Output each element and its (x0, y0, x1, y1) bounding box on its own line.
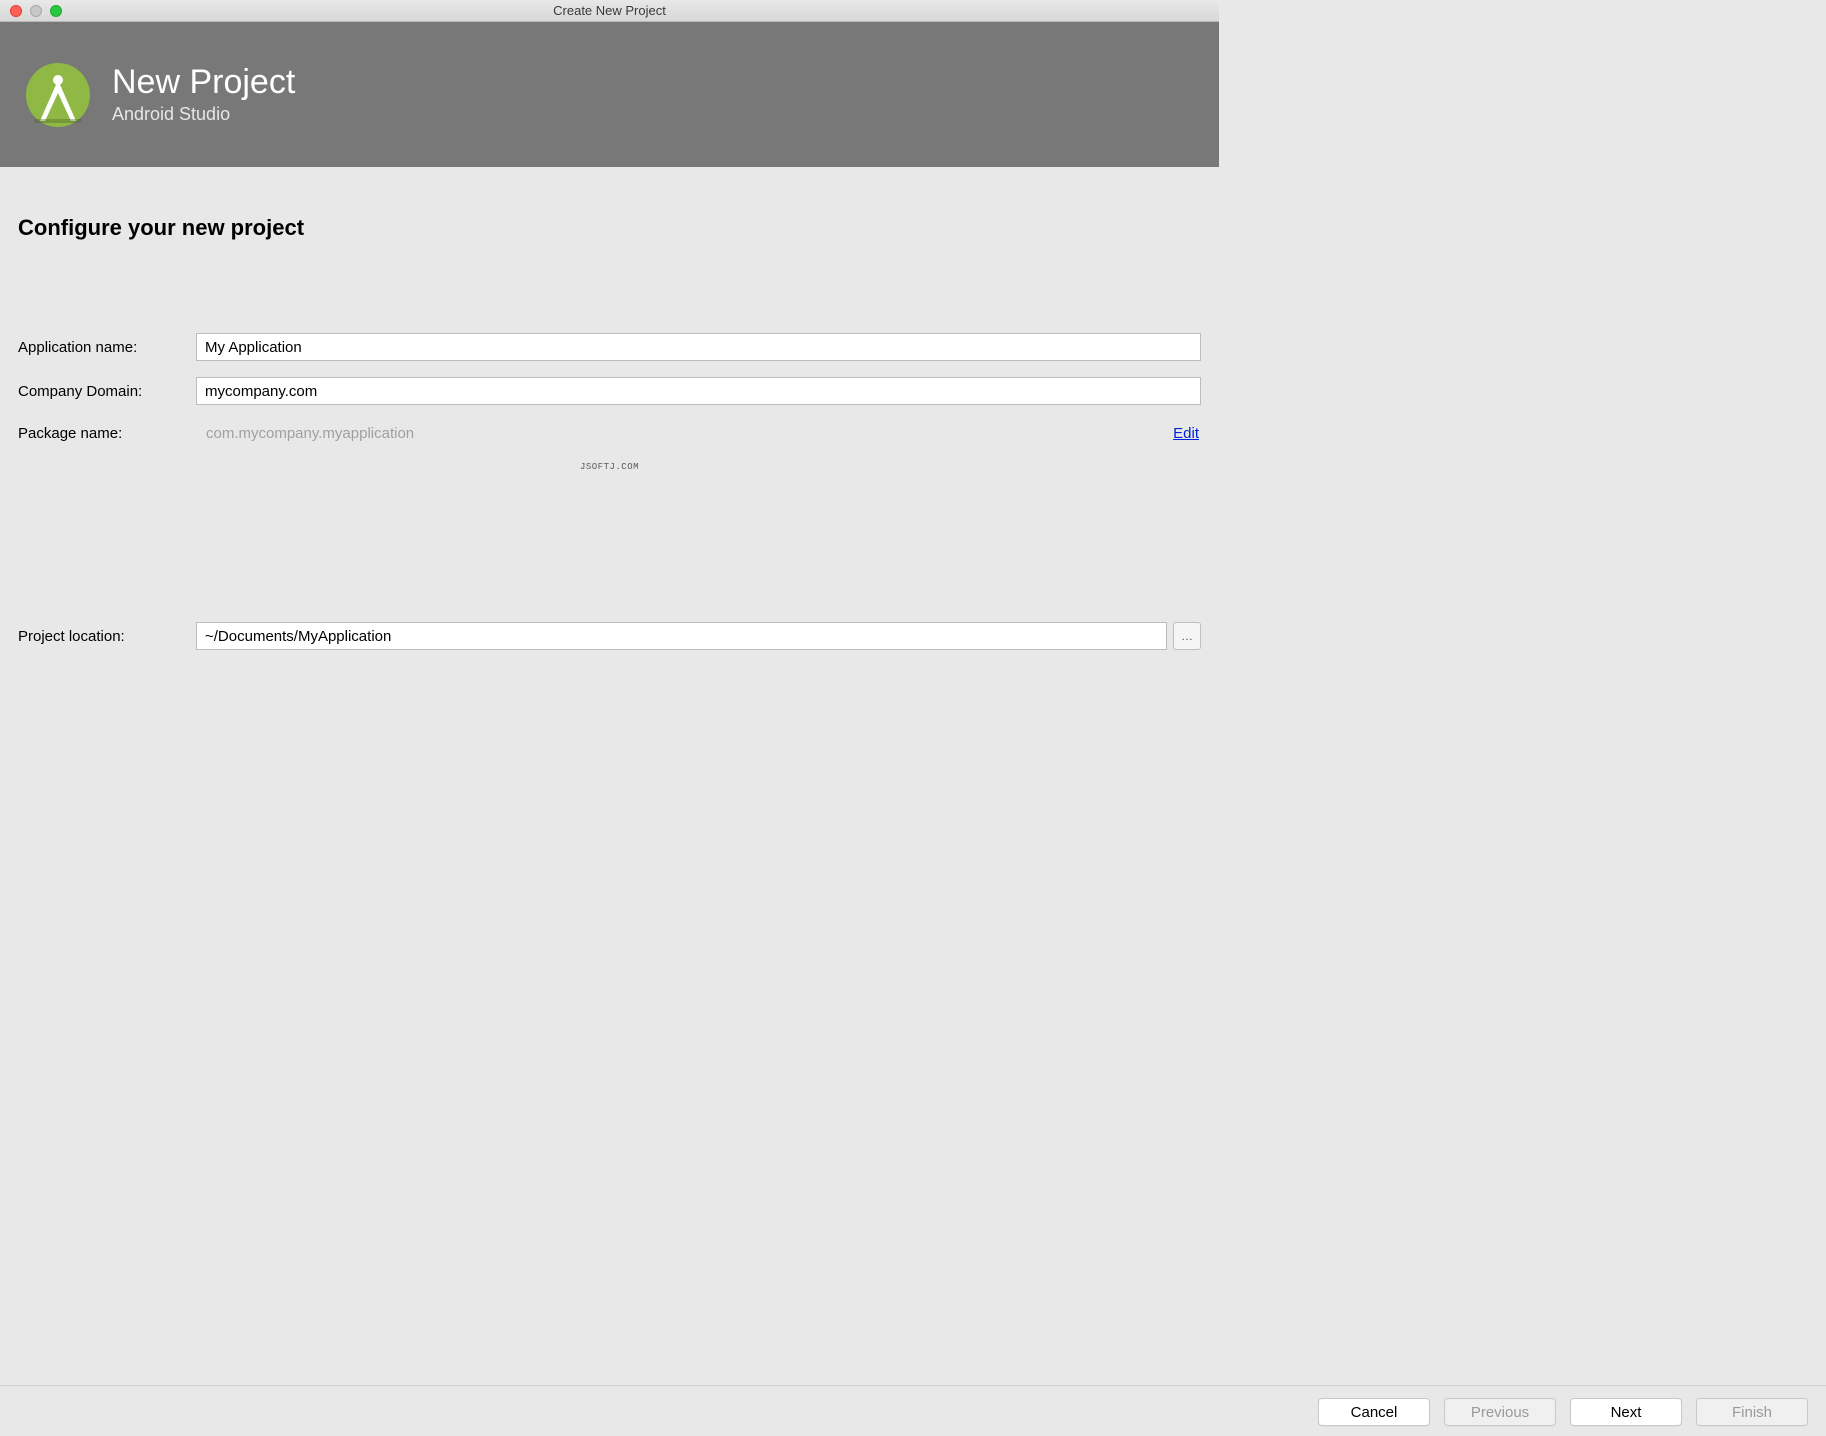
banner-title: New Project (112, 64, 295, 101)
input-application-name[interactable] (196, 333, 1201, 361)
label-package-name: Package name: (18, 425, 196, 442)
window-controls (0, 5, 62, 17)
finish-button: Finish (1696, 1398, 1808, 1426)
label-company-domain: Company Domain: (18, 383, 196, 400)
label-project-location: Project location: (18, 628, 196, 645)
section-heading: Configure your new project (18, 215, 1201, 241)
label-application-name: Application name: (18, 339, 196, 356)
maximize-icon[interactable] (50, 5, 62, 17)
window-title: Create New Project (0, 3, 1219, 18)
row-company-domain: Company Domain: (18, 377, 1201, 405)
row-application-name: Application name: (18, 333, 1201, 361)
banner-subtitle: Android Studio (112, 104, 295, 125)
browse-button[interactable]: … (1173, 622, 1201, 650)
edit-package-link[interactable]: Edit (1173, 425, 1201, 442)
next-button[interactable]: Next (1570, 1398, 1682, 1426)
android-studio-icon (22, 59, 94, 131)
titlebar: Create New Project (0, 0, 1219, 22)
input-project-location[interactable] (196, 622, 1167, 650)
value-package-name: com.mycompany.myapplication (196, 421, 1173, 446)
minimize-icon (30, 5, 42, 17)
watermark-text: JSOFTJ.COM (18, 462, 1201, 472)
cancel-button[interactable]: Cancel (1318, 1398, 1430, 1426)
banner-text: New Project Android Studio (112, 64, 295, 124)
wizard-content: Configure your new project Application n… (0, 167, 1219, 650)
row-package-name: Package name: com.mycompany.myapplicatio… (18, 421, 1201, 446)
close-icon[interactable] (10, 5, 22, 17)
input-company-domain[interactable] (196, 377, 1201, 405)
row-project-location: Project location: … (18, 622, 1201, 650)
previous-button: Previous (1444, 1398, 1556, 1426)
wizard-footer: Cancel Previous Next Finish (0, 1385, 1826, 1426)
header-banner: New Project Android Studio (0, 22, 1219, 167)
ellipsis-icon: … (1181, 629, 1193, 643)
